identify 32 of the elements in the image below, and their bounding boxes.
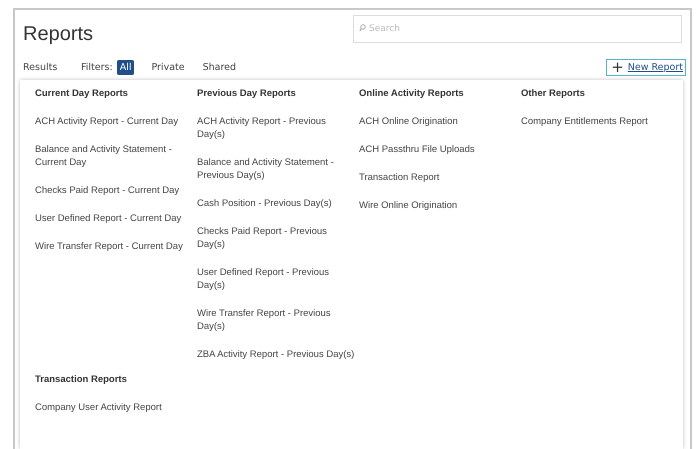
menu-item[interactable]: ZBA Activity Report - Previous Day(s) [197, 348, 359, 361]
filter-tab[interactable]: Private [148, 60, 188, 75]
menu-item[interactable]: User Defined Report - Current Day [35, 212, 197, 225]
menu-item[interactable]: Checks Paid Report - Current Day [35, 184, 197, 197]
menu-item[interactable]: Wire Transfer Report - Previous Day(s) [197, 307, 359, 333]
menu-item[interactable]: ACH Online Origination [359, 115, 521, 128]
group-heading: Online Activity Reports [359, 88, 465, 100]
menu-item[interactable]: Wire Transfer Report - Current Day [35, 240, 197, 253]
menu-item[interactable]: Balance and Activity Statement - Current Day [35, 143, 197, 169]
group-heading: Transaction Reports [35, 374, 128, 386]
new-report-button[interactable]: + New Report [606, 59, 686, 76]
menu-item[interactable]: Company User Activity Report [35, 401, 335, 414]
menu-item[interactable]: Transaction Report [359, 171, 521, 184]
group-heading: Previous Day Reports [197, 88, 297, 100]
menu-item[interactable]: Company Entitlements Report [521, 115, 683, 128]
menu-item[interactable]: Checks Paid Report - Previous Day(s) [197, 225, 359, 251]
results-label: Results [23, 62, 58, 73]
menu-item[interactable]: Cash Position - Previous Day(s) [197, 197, 359, 210]
page-title: Reports [23, 23, 94, 46]
group-heading: Other Reports [521, 88, 586, 100]
menu-item[interactable]: User Defined Report - Previous Day(s) [197, 266, 359, 292]
group-heading: Current Day Reports [35, 88, 129, 100]
search-field[interactable]: Search [353, 15, 682, 43]
menu-item[interactable]: ACH Passthru File Uploads [359, 143, 521, 156]
search-icon [359, 24, 366, 32]
menu-item[interactable]: Balance and Activity Statement - Previous Day(s) [197, 156, 359, 182]
menu-item[interactable]: ACH Activity Report - Previous Day(s) [197, 115, 359, 141]
menu-item[interactable]: Wire Online Origination [359, 199, 521, 212]
menu-item[interactable]: ACH Activity Report - Current Day [35, 115, 197, 128]
filters-label: Filters: [81, 62, 113, 73]
filter-tab[interactable]: All [116, 60, 134, 75]
filter-tab[interactable]: Shared [200, 60, 240, 75]
